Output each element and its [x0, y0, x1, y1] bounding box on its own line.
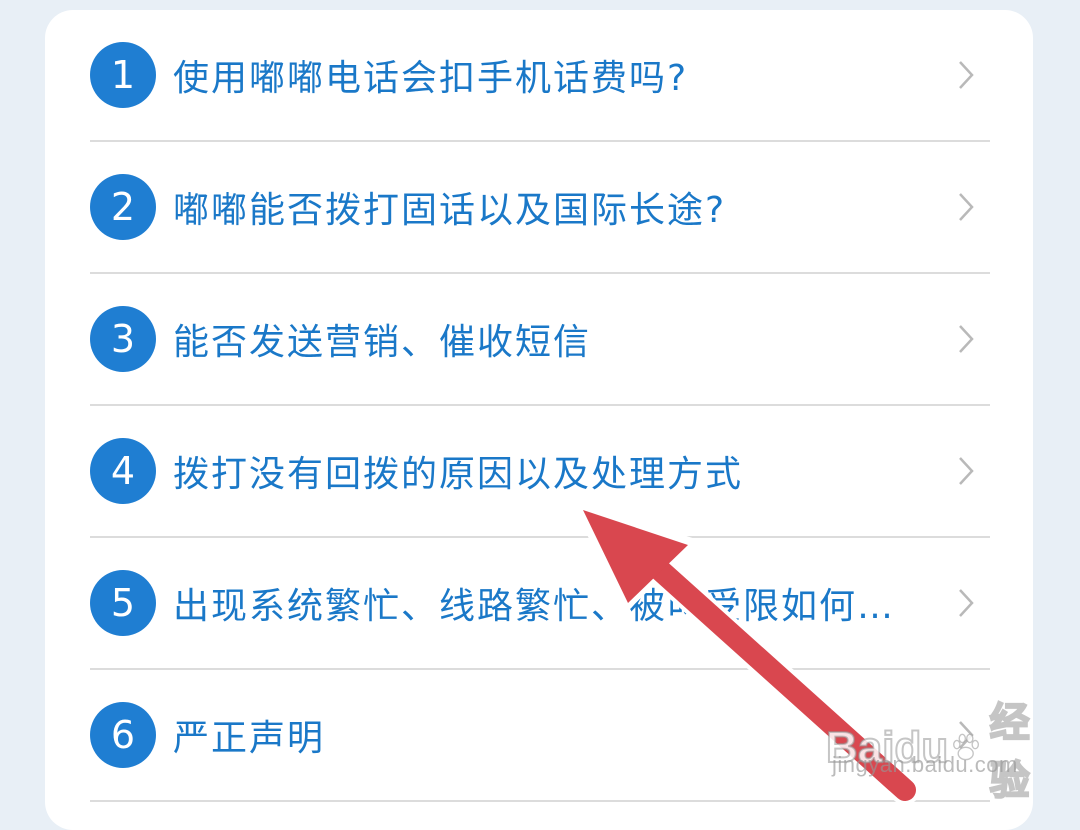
faq-item-2[interactable]: 2 嘟嘟能否拨打固话以及国际长途?	[90, 142, 990, 274]
chevron-right-icon	[959, 61, 974, 89]
faq-item-5[interactable]: 5 出现系统繁忙、线路繁忙、被叫受限如何…	[90, 538, 990, 670]
faq-number-badge: 3	[90, 306, 156, 372]
faq-title: 严正声明	[173, 718, 326, 759]
faq-number-badge: 4	[90, 438, 156, 504]
faq-number-badge: 2	[90, 174, 156, 240]
faq-title: 能否发送营销、催收短信	[173, 322, 592, 363]
faq-number-badge: 5	[90, 570, 156, 636]
chevron-right-icon	[959, 721, 974, 749]
chevron-right-icon	[959, 589, 974, 617]
chevron-right-icon	[959, 325, 974, 353]
faq-number-badge: 6	[90, 702, 156, 768]
faq-title: 嘟嘟能否拨打固话以及国际长途?	[173, 190, 727, 231]
faq-item-4[interactable]: 4 拨打没有回拨的原因以及处理方式	[90, 406, 990, 538]
faq-list: 1 使用嘟嘟电话会扣手机话费吗? 2 嘟嘟能否拨打固话以及国际长途? 3 能否发…	[90, 10, 990, 802]
faq-item-3[interactable]: 3 能否发送营销、催收短信	[90, 274, 990, 406]
faq-item-6[interactable]: 6 严正声明	[90, 670, 990, 802]
faq-title: 出现系统繁忙、线路繁忙、被叫受限如何…	[173, 586, 896, 627]
faq-title: 使用嘟嘟电话会扣手机话费吗?	[173, 58, 689, 99]
faq-title: 拨打没有回拨的原因以及处理方式	[173, 454, 744, 495]
faq-number-badge: 1	[90, 42, 156, 108]
chevron-right-icon	[959, 193, 974, 221]
faq-item-1[interactable]: 1 使用嘟嘟电话会扣手机话费吗?	[90, 10, 990, 142]
chevron-right-icon	[959, 457, 974, 485]
